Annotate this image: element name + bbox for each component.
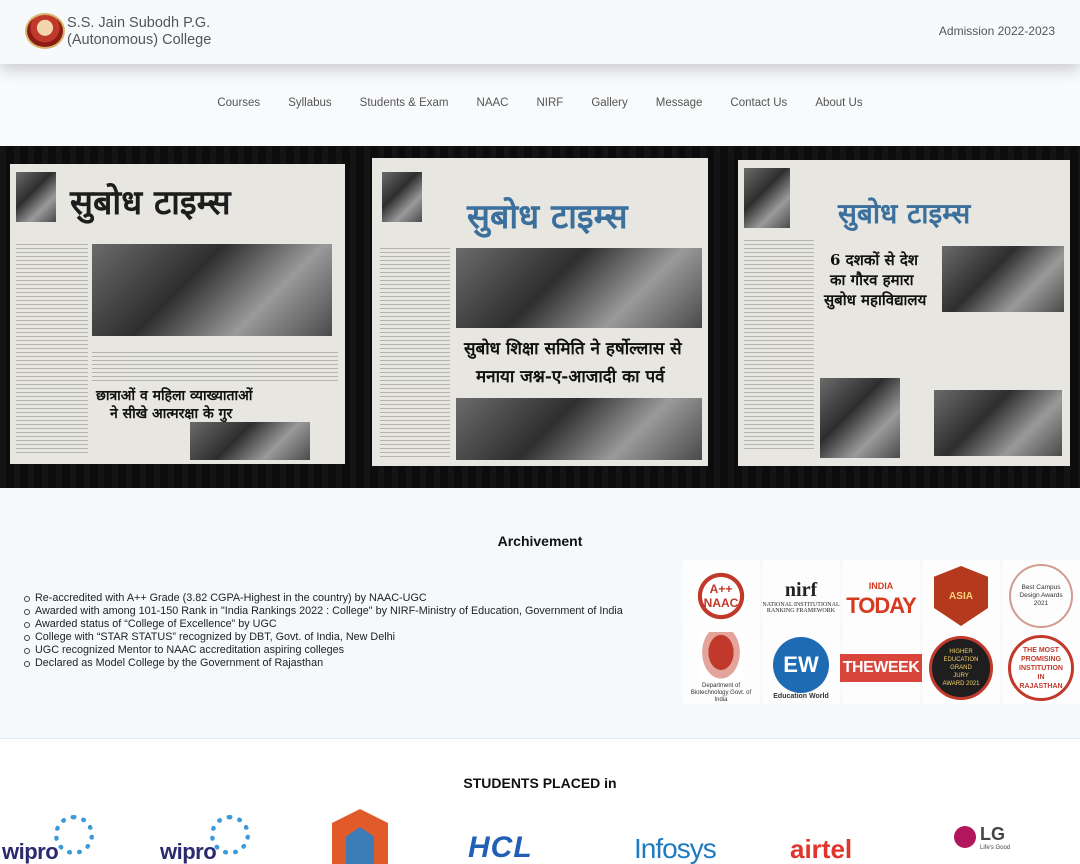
- college-name-line2: (Autonomous) College: [67, 32, 212, 48]
- nav-students-exam[interactable]: Students & Exam: [346, 97, 463, 109]
- newspaper-text: [744, 240, 814, 450]
- achievement-item: UGC recognized Mentor to NAAC accreditat…: [24, 644, 623, 657]
- newspaper-headline: सुबोध शिक्षा समिति ने हर्षोल्लास से: [464, 339, 682, 359]
- newspaper-photo: [190, 422, 310, 460]
- achievement-list: Re-accredited with A++ Grade (3.82 CGPA-…: [24, 592, 623, 670]
- asia-badge: ASIA: [922, 560, 1000, 632]
- newspaper-photo: [934, 390, 1062, 456]
- achievement-item: Declared as Model College by the Governm…: [24, 657, 623, 670]
- dbt-badge: Department of Biotechnology Govt. of Ind…: [682, 632, 760, 704]
- newspaper-headline: सुबोध महाविद्यालय: [824, 291, 927, 309]
- students-placed-section: STUDENTS PLACED in wipro wipro HCL Infos…: [0, 738, 1080, 864]
- admission-link[interactable]: Admission 2022-2023: [939, 24, 1055, 38]
- newspaper-clipping: सुबोध टाइम्स सुबोध शिक्षा समिति ने हर्षो…: [372, 158, 708, 466]
- higher-education-badge: HIGHER EDUCATION GRAND JURY AWARD 2021: [922, 632, 1000, 704]
- india-today-badge: INDIA TODAY: [842, 560, 920, 632]
- most-promising-badge: THE MOST PROMISING INSTITUTION IN RAJAST…: [1002, 632, 1080, 704]
- newspaper-photo: [744, 168, 790, 228]
- newspaper-masthead: सुबोध टाइम्स: [70, 183, 231, 223]
- nav-message[interactable]: Message: [642, 97, 717, 109]
- newspaper-photo: [820, 378, 900, 458]
- the-week-badge: THEWEEK: [839, 632, 923, 704]
- achievement-item: Awarded status of “College of Excellence…: [24, 618, 623, 631]
- wipro-logo: wipro: [2, 809, 97, 864]
- achievement-title: Archivement: [497, 533, 583, 549]
- newspaper-photo: [16, 172, 56, 222]
- header: S.S. Jain Subodh P.G. (Autonomous) Colle…: [0, 0, 1080, 64]
- newspaper-clipping: सुबोध टाइम्स छात्राओं व महिला व्याख्याता…: [10, 164, 345, 464]
- newspaper-masthead: सुबोध टाइम्स: [838, 197, 971, 230]
- newspaper-photo: [456, 398, 702, 460]
- college-name[interactable]: S.S. Jain Subodh P.G. (Autonomous) Colle…: [67, 15, 211, 49]
- newspaper-photo: [456, 248, 702, 328]
- students-placed-title: STUDENTS PLACED in: [463, 775, 617, 791]
- lg-circle-icon: [954, 826, 976, 848]
- nav-syllabus[interactable]: Syllabus: [274, 97, 345, 109]
- achievement-item: College with “STAR STATUS” recognized by…: [24, 631, 623, 644]
- hcl-logo: HCL: [468, 831, 533, 864]
- company-logos: wipro wipro HCL Infosys airtel LG Life's …: [0, 809, 1080, 864]
- achievement-item: Awarded with among 101-150 Rank in "Indi…: [24, 605, 623, 618]
- hero-banner: सुबोध टाइम्स छात्राओं व महिला व्याख्याता…: [0, 146, 1080, 488]
- newspaper-clipping: सुबोध टाइम्स 6 दशकों से देश का गौरव हमार…: [738, 160, 1070, 466]
- nav-contact-us[interactable]: Contact Us: [716, 97, 801, 109]
- hexagon-icon: [332, 809, 388, 864]
- newspaper-masthead: सुबोध टाइम्स: [467, 197, 628, 237]
- education-world-badge: EW Education World: [762, 632, 840, 704]
- newspaper-text: [16, 244, 88, 454]
- infosys-logo: Infosys: [634, 833, 717, 864]
- emblem-icon: [699, 632, 743, 683]
- nirf-badge: nirf NATIONAL INSTITUTIONAL RANKING FRAME…: [762, 560, 840, 632]
- newspaper-text: [92, 352, 338, 382]
- newspaper-photo: [92, 244, 332, 336]
- campus-design-badge: Best Campus Design Awards 2021: [1002, 560, 1080, 632]
- achievement-section: Archivement Re-accredited with A++ Grade…: [0, 488, 1080, 738]
- newspaper-photo: [942, 246, 1064, 312]
- newspaper-headline: छात्राओं व महिला व्याख्याताओं: [96, 388, 253, 404]
- newspaper-headline: ने सीखे आत्मरक्षा के गुर: [110, 406, 233, 422]
- newspaper-headline: का गौरव हमारा: [830, 271, 914, 289]
- nav-nirf[interactable]: NIRF: [522, 97, 577, 109]
- college-logo[interactable]: [25, 13, 65, 49]
- award-badges: A++ NAAC nirf NATIONAL INSTITUTIONAL RANK…: [682, 560, 1080, 704]
- newspaper-text: [380, 248, 450, 458]
- achievement-item: Re-accredited with A++ Grade (3.82 CGPA-…: [24, 592, 623, 605]
- nav-gallery[interactable]: Gallery: [577, 97, 641, 109]
- newspaper-headline: 6 दशकों से देश: [830, 251, 918, 269]
- company-hex-logo: [332, 809, 392, 864]
- airtel-logo: airtel: [790, 834, 853, 864]
- main-nav: Courses Syllabus Students & Exam NAAC NI…: [0, 64, 1080, 146]
- nav-courses[interactable]: Courses: [203, 97, 274, 109]
- nav-naac[interactable]: NAAC: [463, 97, 523, 109]
- wipro-logo: wipro: [160, 809, 255, 864]
- newspaper-photo: [382, 172, 422, 222]
- college-name-line1: S.S. Jain Subodh P.G.: [67, 15, 211, 31]
- lg-logo: LG Life's Good: [954, 809, 1034, 864]
- newspaper-headline: मनाया जश्न-ए-आजादी का पर्व: [476, 367, 665, 387]
- naac-badge: A++ NAAC: [682, 560, 760, 632]
- nav-about-us[interactable]: About Us: [801, 97, 876, 109]
